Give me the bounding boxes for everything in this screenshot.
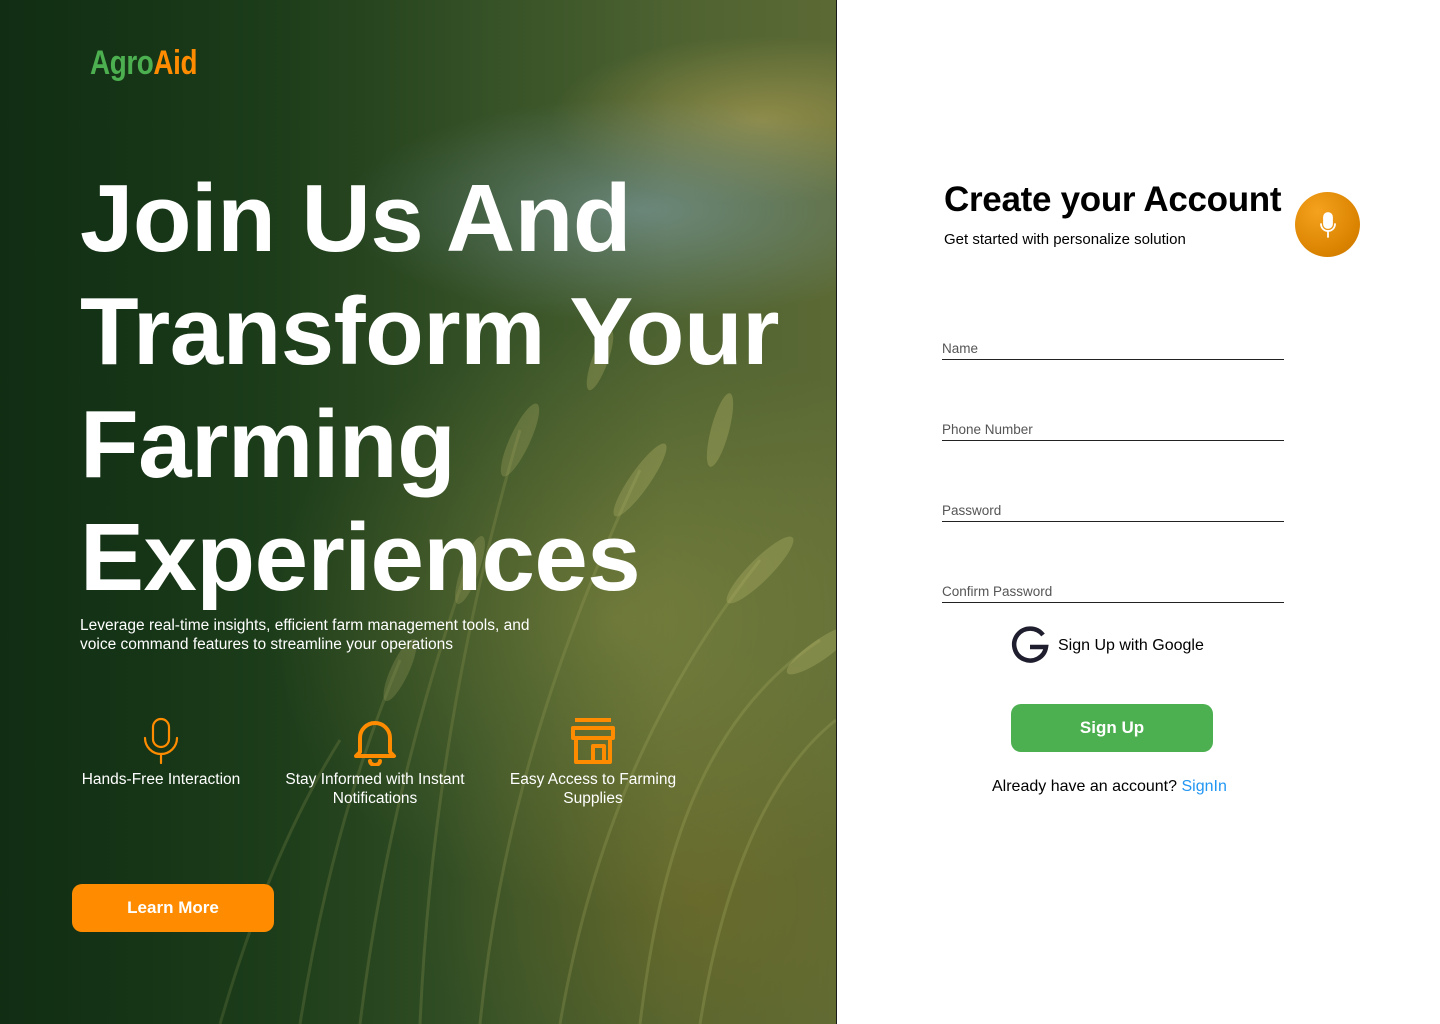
brand-logo[interactable]: AgroAid bbox=[90, 44, 198, 83]
signin-prompt-text: Already have an account? bbox=[992, 778, 1178, 795]
bell-icon bbox=[354, 721, 396, 766]
voice-command-button[interactable] bbox=[1295, 192, 1360, 257]
confirm-password-input[interactable] bbox=[942, 581, 1284, 602]
signin-prompt: Already have an account? SignIn bbox=[992, 778, 1227, 796]
microphone-icon bbox=[143, 717, 179, 765]
google-signup-label: Sign Up with Google bbox=[1058, 637, 1204, 654]
headline-line: Experiences bbox=[80, 504, 641, 611]
google-signup-button[interactable]: Sign Up with Google bbox=[1010, 624, 1210, 668]
form-subtitle: Get started with personalize solution bbox=[944, 231, 1186, 248]
confirm-password-field[interactable] bbox=[942, 581, 1284, 603]
feature-label: Stay Informed with Instant Notifications bbox=[285, 771, 465, 807]
brand-logo-part-1: Agro bbox=[90, 44, 154, 82]
microphone-icon bbox=[1319, 211, 1336, 238]
hero-headline: Join Us And Transform Your Farming Exper… bbox=[80, 162, 820, 614]
hero-panel: AgroAid Join Us And Transform Your Farmi… bbox=[0, 0, 837, 1024]
name-input[interactable] bbox=[942, 338, 1284, 359]
name-field[interactable] bbox=[942, 338, 1284, 360]
password-input[interactable] bbox=[942, 500, 1284, 521]
feature-label: Easy Access to Farming Supplies bbox=[509, 771, 677, 807]
brand-logo-part-2: Aid bbox=[153, 44, 198, 82]
feature-hands-free: Hands-Free Interaction bbox=[80, 716, 242, 789]
hero-subtext: Leverage real-time insights, efficient f… bbox=[80, 617, 530, 653]
headline-line: Farming bbox=[80, 391, 456, 498]
headline-line: Join Us And bbox=[80, 165, 631, 272]
password-field[interactable] bbox=[942, 500, 1284, 522]
sign-up-button[interactable]: Sign Up bbox=[1011, 704, 1213, 752]
signin-link[interactable]: SignIn bbox=[1181, 778, 1226, 795]
feature-label: Hands-Free Interaction bbox=[81, 771, 241, 788]
phone-input[interactable] bbox=[942, 419, 1284, 440]
panel-divider bbox=[836, 0, 837, 1024]
feature-supplies: Easy Access to Farming Supplies bbox=[500, 716, 686, 808]
feature-notifications: Stay Informed with Instant Notifications bbox=[278, 716, 472, 808]
google-icon bbox=[1011, 626, 1049, 663]
headline-line: Transform Your bbox=[80, 278, 779, 385]
learn-more-button[interactable]: Learn More bbox=[72, 884, 274, 932]
phone-field[interactable] bbox=[942, 419, 1284, 441]
store-icon bbox=[571, 718, 615, 764]
form-title: Create your Account bbox=[944, 180, 1282, 219]
